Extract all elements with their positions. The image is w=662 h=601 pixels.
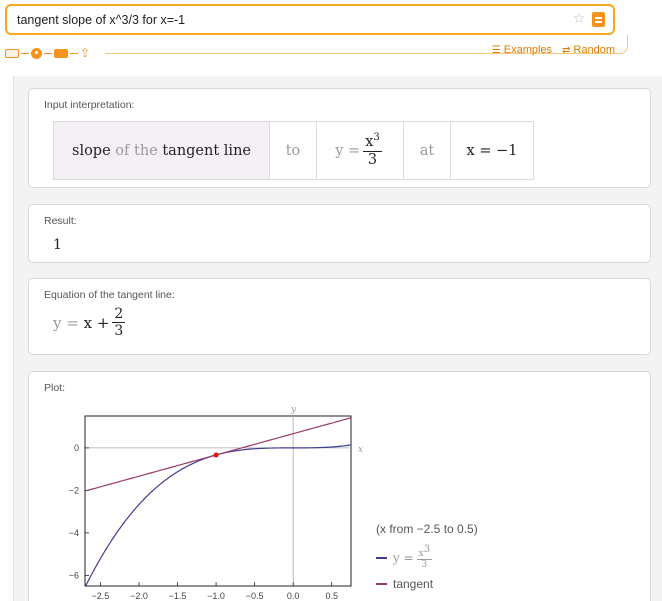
legend-curve-prefix: y = — [393, 550, 414, 565]
search-header: tangent slope of x^3/3 for x=-1 ☆ ⇪ ☰ Ex… — [0, 0, 662, 76]
tangent-equation-pod: Equation of the tangent line: y = x + 2 … — [28, 278, 651, 355]
eq-fraction: 2 3 — [112, 306, 126, 340]
random-link[interactable]: ⇄ Random — [562, 44, 615, 56]
interp-num-exp: 3 — [373, 132, 380, 144]
pod-title: Plot: — [44, 382, 66, 394]
menu-icon[interactable] — [592, 12, 605, 27]
input-interpretation-pod: Input interpretation: slope of the tange… — [28, 88, 651, 188]
x-tick-label: 0.5 — [325, 591, 338, 601]
shuffle-icon: ⇄ — [562, 44, 571, 56]
result-value: 1 — [53, 237, 62, 253]
divider — [44, 52, 52, 54]
examples-label: Examples — [503, 44, 553, 56]
pod-title: Input interpretation: — [44, 99, 135, 111]
x-tick-label: −2.5 — [92, 591, 110, 601]
y-tick-label: −4 — [69, 528, 79, 538]
interp-tangent-line: tangent line — [162, 142, 251, 159]
legend-swatch-tangent — [376, 583, 387, 586]
upload-icon[interactable]: ⇪ — [80, 47, 93, 59]
legend-fraction: x3 3 — [416, 544, 433, 571]
y-tick-label: 0 — [74, 443, 79, 453]
random-label: Random — [573, 44, 615, 56]
x-axis-label: x — [358, 445, 363, 455]
interp-cell-function: slope of the tangent line — [54, 122, 270, 179]
eq-mid: x + — [83, 313, 110, 332]
divider — [21, 52, 29, 54]
star-icon[interactable]: ☆ — [572, 11, 585, 27]
plot-range: (x from −2.5 to 0.5) — [376, 522, 478, 536]
x-tick-label: −1.0 — [207, 591, 225, 601]
list-icon: ☰ — [491, 44, 501, 56]
legend-item-curve: y = x3 3 — [376, 544, 478, 571]
x-tick-label: −1.5 — [169, 591, 187, 601]
eq-lhs: y = — [53, 313, 79, 332]
header-links: ☰ Examples ⇄ Random — [492, 44, 615, 56]
legend-item-tangent: tangent — [376, 577, 478, 591]
header-rule-corner — [614, 35, 628, 54]
interp-cell-to: to — [270, 122, 317, 179]
interp-y-eq: y = — [335, 142, 361, 159]
pod-title: Equation of the tangent line: — [44, 289, 175, 301]
y-axis-label: y — [290, 405, 297, 415]
legend-num-exp: 3 — [423, 544, 431, 555]
tangent-equation: y = x + 2 3 — [53, 306, 128, 340]
interpretation-table: slope of the tangent line to y = x3 3 at… — [53, 121, 534, 180]
legend-tangent-label: tangent — [393, 577, 434, 592]
interp-of-the: of the — [115, 142, 158, 159]
legend-den: 3 — [421, 560, 428, 571]
keyboard-icon[interactable] — [5, 48, 19, 58]
divider — [70, 52, 78, 54]
plot-frame — [84, 415, 352, 587]
search-input[interactable]: tangent slope of x^3/3 for x=-1 — [17, 13, 185, 27]
legend-curve-label: y = x3 3 — [393, 544, 435, 571]
result-pod: Result: 1 — [28, 204, 651, 263]
x-tick-label: −0.5 — [246, 591, 264, 601]
plot-chart: x y −2.5 −2.0 −1.5 −1.0 −0.5 0.0 0.5 0 −2 −4 −6 — [69, 405, 363, 601]
interp-cell-expression: y = x3 3 — [317, 122, 404, 179]
y-tick-label: −2 — [69, 485, 79, 495]
interp-cell-point: x = −1 — [466, 142, 518, 159]
interp-fraction: x3 3 — [363, 132, 382, 169]
eq-den: 3 — [114, 323, 124, 340]
tangent-point — [213, 452, 219, 458]
eq-num: 2 — [112, 306, 126, 324]
camera-icon[interactable] — [31, 47, 42, 59]
input-tools: ⇪ — [5, 46, 93, 60]
interp-den: 3 — [367, 151, 378, 168]
y-tick-label: −6 — [69, 570, 79, 580]
examples-link[interactable]: ☰ Examples — [492, 44, 552, 56]
grid-icon[interactable] — [54, 48, 68, 58]
legend-swatch-curve — [376, 556, 387, 559]
x-tick-label: −2.0 — [130, 591, 148, 601]
interp-slope: slope — [72, 142, 111, 159]
interp-cell-at: at — [404, 122, 451, 179]
x-tick-label: 0.0 — [287, 591, 300, 601]
results-panel: Input interpretation: slope of the tange… — [13, 76, 662, 601]
search-box[interactable]: tangent slope of x^3/3 for x=-1 ☆ — [5, 4, 615, 35]
plot-pod: Plot: x y −2.5 −2.0 −1.5 −1.0 −0.5 0.0 0.5 0 −2 −4 −… — [28, 371, 651, 601]
plot-legend: (x from −2.5 to 0.5) y = x3 3 tangent — [376, 522, 478, 597]
pod-title: Result: — [44, 215, 77, 227]
